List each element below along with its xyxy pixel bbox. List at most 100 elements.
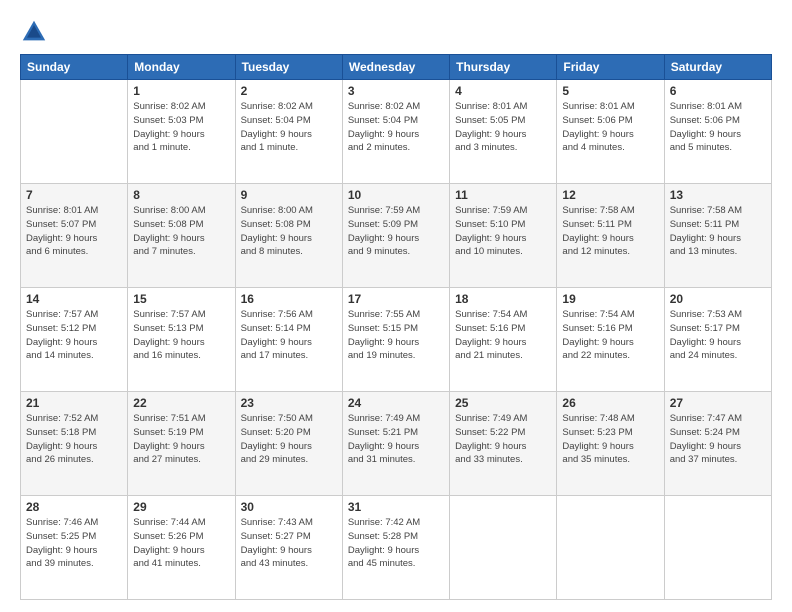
calendar-cell: 23Sunrise: 7:50 AM Sunset: 5:20 PM Dayli… [235,392,342,496]
day-info: Sunrise: 7:57 AM Sunset: 5:13 PM Dayligh… [133,308,229,363]
calendar-cell: 4Sunrise: 8:01 AM Sunset: 5:05 PM Daylig… [450,80,557,184]
calendar-cell: 27 Sunrise: 7:47 AM Sunset: 5:24 PM Dayli… [664,392,771,496]
day-number: 21 [26,396,122,410]
weekday-header: Monday [128,55,235,80]
calendar-cell: 9 Sunrise: 8:00 AM Sunset: 5:08 PM Daylig… [235,184,342,288]
calendar-cell [664,496,771,600]
calendar-cell: 21 Sunrise: 7:52 AM Sunset: 5:18 PM Dayli… [21,392,128,496]
day-number: 16 [241,292,337,306]
calendar-cell [557,496,664,600]
day-info: Sunrise: 7:58 AM Sunset: 5:11 PM Dayligh… [562,204,658,259]
calendar: SundayMondayTuesdayWednesdayThursdayFrid… [20,54,772,600]
calendar-cell: 6Sunrise: 8:01 AM Sunset: 5:06 PM Daylig… [664,80,771,184]
page: SundayMondayTuesdayWednesdayThursdayFrid… [0,0,792,612]
weekday-header: Saturday [664,55,771,80]
weekday-header: Tuesday [235,55,342,80]
day-number: 28 [26,500,122,514]
logo [20,18,52,46]
day-info: Sunrise: 7:46 AM Sunset: 5:25 PM Dayligh… [26,516,122,571]
day-number: 23 [241,396,337,410]
calendar-cell: 28 Sunrise: 7:46 AM Sunset: 5:25 PM Dayli… [21,496,128,600]
calendar-cell: 22 Sunrise: 7:51 AM Sunset: 5:19 PM Dayli… [128,392,235,496]
day-info: Sunrise: 7:44 AM Sunset: 5:26 PM Dayligh… [133,516,229,571]
calendar-cell: 14 Sunrise: 7:57 AM Sunset: 5:12 PM Dayli… [21,288,128,392]
day-number: 22 [133,396,229,410]
calendar-cell: 8 Sunrise: 8:00 AM Sunset: 5:08 PM Daylig… [128,184,235,288]
calendar-week-row: 1Sunrise: 8:02 AM Sunset: 5:03 PM Daylig… [21,80,772,184]
calendar-cell: 7 Sunrise: 8:01 AM Sunset: 5:07 PM Daylig… [21,184,128,288]
calendar-cell: 13Sunrise: 7:58 AM Sunset: 5:11 PM Dayli… [664,184,771,288]
calendar-cell: 2 Sunrise: 8:02 AM Sunset: 5:04 PM Daylig… [235,80,342,184]
day-number: 31 [348,500,444,514]
day-info: Sunrise: 8:00 AM Sunset: 5:08 PM Dayligh… [241,204,337,259]
day-info: Sunrise: 8:01 AM Sunset: 5:07 PM Dayligh… [26,204,122,259]
calendar-cell: 12 Sunrise: 7:58 AM Sunset: 5:11 PM Dayli… [557,184,664,288]
day-info: Sunrise: 7:56 AM Sunset: 5:14 PM Dayligh… [241,308,337,363]
day-info: Sunrise: 7:55 AM Sunset: 5:15 PM Dayligh… [348,308,444,363]
day-info: Sunrise: 7:53 AM Sunset: 5:17 PM Dayligh… [670,308,766,363]
calendar-week-row: 28 Sunrise: 7:46 AM Sunset: 5:25 PM Dayli… [21,496,772,600]
day-info: Sunrise: 8:02 AM Sunset: 5:04 PM Dayligh… [241,100,337,155]
weekday-header: Sunday [21,55,128,80]
header [20,18,772,46]
weekday-header: Thursday [450,55,557,80]
day-number: 12 [562,188,658,202]
weekday-header: Wednesday [342,55,449,80]
calendar-cell: 11Sunrise: 7:59 AM Sunset: 5:10 PM Dayli… [450,184,557,288]
day-number: 14 [26,292,122,306]
day-number: 3 [348,84,444,98]
day-info: Sunrise: 7:51 AM Sunset: 5:19 PM Dayligh… [133,412,229,467]
logo-icon [20,18,48,46]
calendar-cell: 15Sunrise: 7:57 AM Sunset: 5:13 PM Dayli… [128,288,235,392]
calendar-cell: 10 Sunrise: 7:59 AM Sunset: 5:09 PM Dayli… [342,184,449,288]
day-number: 5 [562,84,658,98]
calendar-cell: 26Sunrise: 7:48 AM Sunset: 5:23 PM Dayli… [557,392,664,496]
calendar-header-row: SundayMondayTuesdayWednesdayThursdayFrid… [21,55,772,80]
day-number: 7 [26,188,122,202]
calendar-cell: 1Sunrise: 8:02 AM Sunset: 5:03 PM Daylig… [128,80,235,184]
day-number: 19 [562,292,658,306]
day-number: 9 [241,188,337,202]
day-info: Sunrise: 8:02 AM Sunset: 5:04 PM Dayligh… [348,100,444,155]
day-info: Sunrise: 7:58 AM Sunset: 5:11 PM Dayligh… [670,204,766,259]
day-info: Sunrise: 7:42 AM Sunset: 5:28 PM Dayligh… [348,516,444,571]
calendar-cell: 17Sunrise: 7:55 AM Sunset: 5:15 PM Dayli… [342,288,449,392]
day-number: 20 [670,292,766,306]
day-info: Sunrise: 7:54 AM Sunset: 5:16 PM Dayligh… [455,308,551,363]
day-info: Sunrise: 7:59 AM Sunset: 5:09 PM Dayligh… [348,204,444,259]
day-number: 26 [562,396,658,410]
calendar-week-row: 7 Sunrise: 8:01 AM Sunset: 5:07 PM Daylig… [21,184,772,288]
day-info: Sunrise: 8:00 AM Sunset: 5:08 PM Dayligh… [133,204,229,259]
day-info: Sunrise: 7:43 AM Sunset: 5:27 PM Dayligh… [241,516,337,571]
day-number: 10 [348,188,444,202]
day-number: 24 [348,396,444,410]
calendar-cell: 20 Sunrise: 7:53 AM Sunset: 5:17 PM Dayli… [664,288,771,392]
day-number: 8 [133,188,229,202]
day-number: 27 [670,396,766,410]
day-info: Sunrise: 8:01 AM Sunset: 5:05 PM Dayligh… [455,100,551,155]
calendar-cell: 18 Sunrise: 7:54 AM Sunset: 5:16 PM Dayli… [450,288,557,392]
calendar-cell: 5 Sunrise: 8:01 AM Sunset: 5:06 PM Daylig… [557,80,664,184]
day-info: Sunrise: 7:49 AM Sunset: 5:22 PM Dayligh… [455,412,551,467]
day-number: 18 [455,292,551,306]
calendar-cell: 31 Sunrise: 7:42 AM Sunset: 5:28 PM Dayli… [342,496,449,600]
day-number: 30 [241,500,337,514]
calendar-cell [450,496,557,600]
calendar-cell: 30 Sunrise: 7:43 AM Sunset: 5:27 PM Dayli… [235,496,342,600]
calendar-cell: 3 Sunrise: 8:02 AM Sunset: 5:04 PM Daylig… [342,80,449,184]
day-number: 1 [133,84,229,98]
day-info: Sunrise: 7:49 AM Sunset: 5:21 PM Dayligh… [348,412,444,467]
calendar-cell: 24 Sunrise: 7:49 AM Sunset: 5:21 PM Dayli… [342,392,449,496]
calendar-cell: 16 Sunrise: 7:56 AM Sunset: 5:14 PM Dayli… [235,288,342,392]
day-info: Sunrise: 8:01 AM Sunset: 5:06 PM Dayligh… [562,100,658,155]
day-info: Sunrise: 7:52 AM Sunset: 5:18 PM Dayligh… [26,412,122,467]
day-number: 29 [133,500,229,514]
calendar-cell: 19Sunrise: 7:54 AM Sunset: 5:16 PM Dayli… [557,288,664,392]
calendar-cell: 29 Sunrise: 7:44 AM Sunset: 5:26 PM Dayli… [128,496,235,600]
day-info: Sunrise: 7:57 AM Sunset: 5:12 PM Dayligh… [26,308,122,363]
day-number: 2 [241,84,337,98]
calendar-cell: 25Sunrise: 7:49 AM Sunset: 5:22 PM Dayli… [450,392,557,496]
day-number: 6 [670,84,766,98]
day-info: Sunrise: 7:47 AM Sunset: 5:24 PM Dayligh… [670,412,766,467]
calendar-week-row: 21 Sunrise: 7:52 AM Sunset: 5:18 PM Dayli… [21,392,772,496]
